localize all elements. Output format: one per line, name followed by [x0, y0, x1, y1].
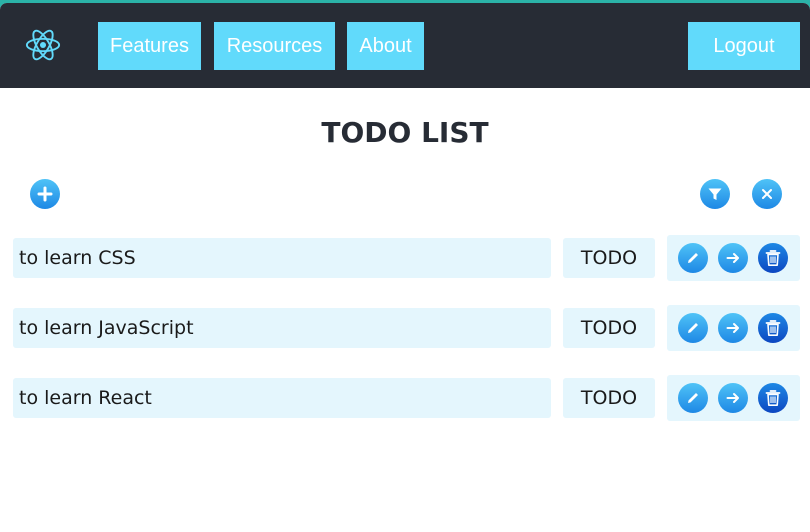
logout-button[interactable]: Logout — [688, 22, 800, 70]
close-icon — [762, 189, 772, 199]
todo-status: TODO — [563, 238, 655, 278]
filter-button[interactable] — [700, 179, 730, 209]
advance-status-button[interactable] — [718, 243, 748, 273]
trash-icon — [765, 250, 781, 266]
todo-actions — [667, 235, 800, 281]
trash-icon — [765, 390, 781, 406]
page-title: TODO LIST — [321, 116, 489, 149]
todo-actions — [667, 375, 800, 421]
pencil-icon — [688, 253, 698, 263]
edit-button[interactable] — [678, 383, 708, 413]
trash-icon — [765, 320, 781, 336]
react-atom-icon[interactable] — [24, 25, 62, 65]
todo-status: TODO — [563, 378, 655, 418]
todo-text: to learn CSS — [13, 238, 551, 278]
arrow-right-icon — [726, 393, 739, 403]
delete-button[interactable] — [758, 243, 788, 273]
arrow-right-icon — [726, 253, 739, 263]
top-navbar: Features Resources About Logout — [0, 3, 810, 88]
advance-status-button[interactable] — [718, 313, 748, 343]
edit-button[interactable] — [678, 313, 708, 343]
todo-actions — [667, 305, 800, 351]
pencil-icon — [688, 323, 698, 333]
clear-filter-button[interactable] — [752, 179, 782, 209]
todo-text: to learn React — [13, 378, 551, 418]
edit-button[interactable] — [678, 243, 708, 273]
add-todo-button[interactable] — [30, 179, 60, 209]
todo-status: TODO — [563, 308, 655, 348]
todo-text: to learn JavaScript — [13, 308, 551, 348]
delete-button[interactable] — [758, 313, 788, 343]
delete-button[interactable] — [758, 383, 788, 413]
arrow-right-icon — [726, 323, 739, 333]
nav-about-button[interactable]: About — [347, 22, 424, 70]
pencil-icon — [688, 393, 698, 403]
filter-icon — [708, 188, 722, 200]
advance-status-button[interactable] — [718, 383, 748, 413]
app-window: Features Resources About Logout TODO LIS… — [0, 3, 810, 532]
nav-features-button[interactable]: Features — [98, 22, 201, 70]
plus-icon — [37, 186, 53, 202]
nav-resources-button[interactable]: Resources — [214, 22, 335, 70]
